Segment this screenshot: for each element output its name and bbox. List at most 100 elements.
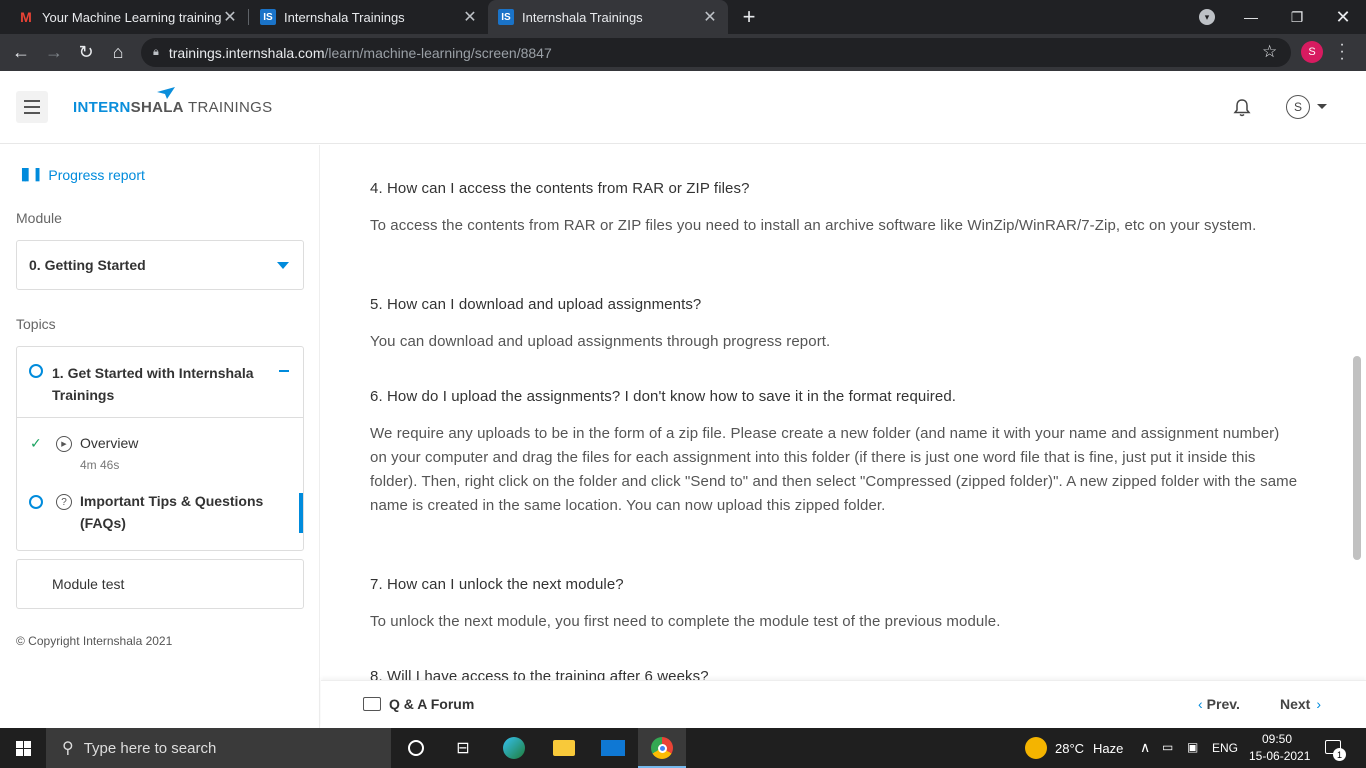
- address-bar[interactable]: 🔒︎ trainings.internshala.com/learn/machi…: [141, 38, 1291, 67]
- topic-status-circle-icon: [29, 364, 43, 378]
- internshala-icon: IS: [498, 9, 514, 25]
- faq-item: 7. How can I unlock the next module? To …: [370, 574, 1300, 634]
- chevron-down-icon[interactable]: [1317, 104, 1327, 109]
- cortana-icon[interactable]: [404, 736, 428, 760]
- faq-question: 5. How can I download and upload assignm…: [370, 296, 702, 313]
- new-tab-plus-icon[interactable]: +: [737, 4, 761, 30]
- url-path: /learn/machine-learning/screen/8847: [324, 44, 552, 61]
- progress-report-link[interactable]: ▐▌▐ Progress report: [18, 167, 145, 183]
- network-icon[interactable]: ▣: [1187, 740, 1198, 754]
- chevron-right-icon: ›: [1316, 696, 1322, 712]
- prev-button[interactable]: ‹ Prev.: [1198, 696, 1240, 712]
- faq-answer: We require any uploads to be in the form…: [370, 425, 1298, 514]
- clock-time[interactable]: 09:50: [1262, 732, 1292, 746]
- browser-tab-gmail[interactable]: M Your Machine Learning training s ✕: [8, 0, 248, 34]
- user-avatar[interactable]: S: [1286, 95, 1310, 119]
- window-close-icon[interactable]: ✕: [1320, 0, 1366, 34]
- forward-arrow-icon[interactable]: →: [41, 39, 67, 65]
- module-label: Module: [16, 210, 62, 226]
- subtopic-status-circle-icon: [29, 495, 43, 509]
- windows-start-icon[interactable]: [0, 728, 46, 768]
- collapse-minus-icon[interactable]: [279, 370, 289, 372]
- logo-text-trainings: TRAININGS: [183, 99, 273, 116]
- topic-title: 1. Get Started with Internshala Training…: [52, 365, 254, 403]
- taskbar-search[interactable]: ⚲ Type here to search: [46, 728, 391, 768]
- chrome-icon[interactable]: [650, 736, 674, 760]
- close-icon[interactable]: ✕: [222, 7, 238, 27]
- topic-header[interactable]: 1. Get Started with Internshala Training…: [17, 347, 303, 418]
- weather-icon[interactable]: [1025, 737, 1047, 759]
- windows-taskbar: ⚲ Type here to search ⊟ 28°C Haze ∧ ▭ ▣ …: [0, 728, 1366, 768]
- faq-answer: You can download and upload assignments …: [370, 333, 831, 350]
- check-icon: ✓: [30, 435, 42, 451]
- weather-temp[interactable]: 28°C: [1055, 741, 1084, 756]
- faq-question: 6. How do I upload the assignments? I do…: [370, 388, 957, 405]
- restore-icon[interactable]: ❐: [1274, 0, 1320, 34]
- topic-card: 1. Get Started with Internshala Training…: [16, 346, 304, 551]
- topics-label: Topics: [16, 316, 56, 332]
- faq-item: 4. How can I access the contents from RA…: [370, 178, 1300, 238]
- close-icon[interactable]: ✕: [462, 7, 478, 27]
- reload-icon[interactable]: ↻: [73, 39, 99, 65]
- back-arrow-icon[interactable]: ←: [8, 39, 34, 65]
- weather-condition[interactable]: Haze: [1093, 741, 1123, 756]
- chevron-up-icon[interactable]: ∧: [1140, 739, 1150, 756]
- logo-text-shala: SHALA: [130, 99, 184, 116]
- faq-question: 8. Will I have access to the training af…: [370, 668, 709, 680]
- bar-chart-icon: ▐▌▐: [18, 169, 39, 181]
- module-test-button[interactable]: Module test: [16, 559, 304, 609]
- internshala-logo[interactable]: INTERNSHALA TRAININGS: [73, 99, 272, 116]
- faq-item: 8. Will I have access to the training af…: [370, 666, 1300, 680]
- language-indicator[interactable]: ENG: [1212, 741, 1238, 755]
- progress-report-label: Progress report: [48, 167, 145, 183]
- module-selected-value: 0. Getting Started: [29, 257, 146, 273]
- faq-answer: To unlock the next module, you first nee…: [370, 613, 1001, 630]
- active-indicator: [299, 493, 303, 533]
- next-label: Next: [1280, 696, 1311, 712]
- lock-icon: 🔒︎: [153, 46, 159, 58]
- browser-tab-active[interactable]: IS Internshala Trainings ✕: [488, 0, 728, 34]
- chevron-left-icon: ‹: [1198, 696, 1203, 712]
- prev-label: Prev.: [1206, 696, 1240, 712]
- hamburger-menu-icon[interactable]: [16, 91, 48, 123]
- next-button[interactable]: Next ›: [1280, 696, 1321, 712]
- tab-search-icon[interactable]: ▾: [1199, 9, 1215, 25]
- qa-forum-link[interactable]: Q & A Forum: [363, 696, 474, 712]
- tab-title: Internshala Trainings: [284, 9, 405, 25]
- module-select[interactable]: 0. Getting Started: [16, 240, 304, 290]
- faq-question: 7. How can I unlock the next module?: [370, 576, 624, 593]
- notification-bell-icon[interactable]: [1232, 98, 1252, 118]
- tab-divider: [248, 9, 249, 25]
- browser-toolbar: ← → ↻ ⌂ 🔒︎ trainings.internshala.com/lea…: [0, 34, 1366, 71]
- clock-date[interactable]: 15-06-2021: [1249, 749, 1310, 763]
- bookmark-star-icon[interactable]: ☆: [1262, 42, 1277, 62]
- minimize-icon[interactable]: —: [1228, 0, 1274, 34]
- edge-browser-icon[interactable]: [502, 736, 526, 760]
- mail-icon[interactable]: [601, 736, 625, 760]
- close-icon[interactable]: ✕: [702, 7, 718, 27]
- browser-menu-icon[interactable]: · · ·: [1337, 37, 1347, 67]
- internshala-icon: IS: [260, 9, 276, 25]
- question-circle-icon: ?: [56, 494, 72, 510]
- browser-profile-avatar[interactable]: S: [1301, 41, 1323, 63]
- subtopic-overview[interactable]: Overview: [80, 432, 138, 454]
- caret-down-icon: [277, 262, 289, 269]
- search-icon: ⚲: [62, 740, 74, 757]
- subtopic-duration: 4m 46s: [80, 458, 120, 472]
- tab-title: Internshala Trainings: [522, 9, 643, 25]
- taskbar-search-placeholder: Type here to search: [83, 739, 217, 757]
- app-header: INTERNSHALA TRAININGS S: [0, 71, 1366, 144]
- file-explorer-icon[interactable]: [552, 736, 576, 760]
- faq-answer: To access the contents from RAR or ZIP f…: [370, 217, 1257, 234]
- home-icon[interactable]: ⌂: [105, 39, 131, 65]
- tab-title: Your Machine Learning training s: [42, 9, 222, 25]
- chat-bubble-icon: [363, 697, 381, 711]
- battery-icon[interactable]: ▭: [1162, 740, 1173, 754]
- subtopic-faqs[interactable]: Important Tips & Questions (FAQs): [80, 490, 280, 534]
- browser-tab-internshala[interactable]: IS Internshala Trainings ✕: [250, 0, 488, 34]
- lesson-footer: Q & A Forum ‹ Prev. Next ›: [321, 680, 1366, 728]
- main-content: 4. How can I access the contents from RA…: [321, 145, 1352, 680]
- task-view-icon[interactable]: ⊟: [451, 736, 475, 760]
- scrollbar-thumb[interactable]: [1353, 356, 1361, 560]
- logo-text-intern: INTERN: [73, 99, 131, 116]
